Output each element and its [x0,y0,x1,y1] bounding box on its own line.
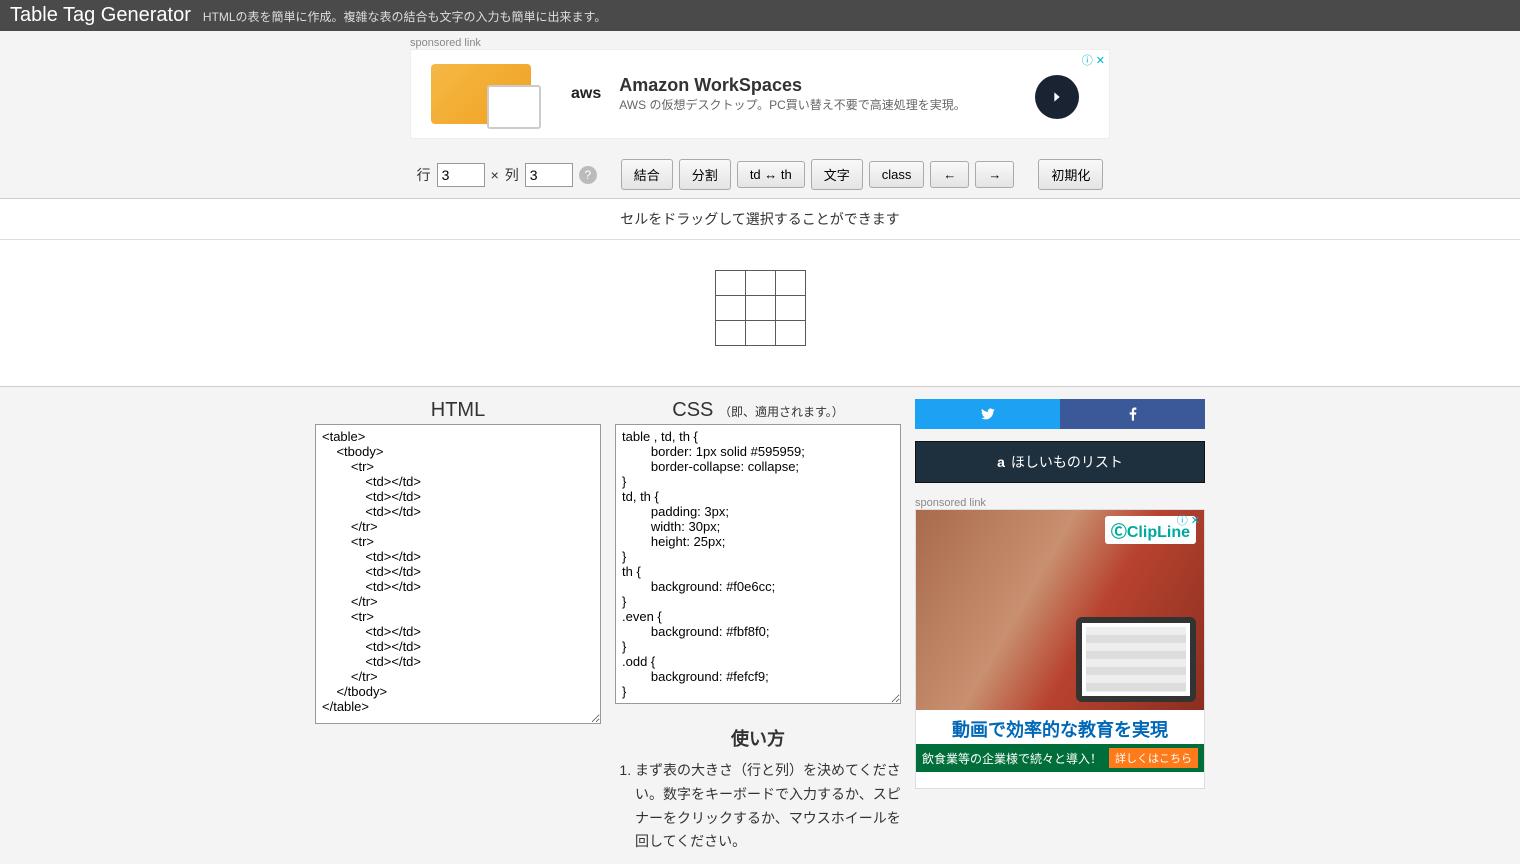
cell[interactable] [745,296,775,321]
sponsored-label-side: sponsored link [915,497,1205,509]
cell[interactable] [715,296,745,321]
ad-brand: aws [571,85,601,103]
page-header: Table Tag Generator HTMLの表を簡単に作成。複雑な表の結合… [0,0,1520,31]
facebook-button[interactable] [1060,399,1205,429]
ad-side-close-icon[interactable]: ⓘ ✕ [1177,512,1200,528]
ad-side-image: ⒸClipLine [916,510,1204,710]
ad-close-icon[interactable]: ⓘ ✕ [1082,52,1105,68]
cell[interactable] [775,296,805,321]
toolbar: 行 × 列 ? 結合 分割 td ↔ th 文字 class ← → 初期化 [0,149,1520,199]
tablet-icon [1076,617,1196,702]
css-output[interactable]: table , td, th { border: 1px solid #5959… [615,424,901,704]
ad-side-cta[interactable]: 詳しくはこちら [1109,748,1198,768]
col-input[interactable] [525,163,573,187]
ad-text: Amazon WorkSpaces AWS の仮想デスクトップ。PC買い替え不要… [619,75,966,113]
sponsored-label-top: sponsored link [410,37,1110,49]
page-subtitle: HTMLの表を簡単に作成。複雑な表の結合も文字の入力も簡単に出来ます。 [203,8,606,25]
amazon-icon: a [997,454,1005,470]
hint-text: セルをドラッグして選択することができます [0,199,1520,240]
css-section-sub: （即、適用されます。） [719,405,844,419]
row-label: 行 [417,165,431,185]
preview-area [0,240,1520,387]
split-button[interactable]: 分割 [679,159,731,190]
cell[interactable] [715,271,745,296]
ad-subtext: AWS の仮想デスクトップ。PC買い替え不要で高速処理を実現。 [619,96,966,113]
twitter-icon [980,406,996,422]
times-label: × [491,167,499,183]
wishlist-button[interactable]: aほしいものリスト [915,441,1205,483]
ad-image-icon [431,64,531,124]
twitter-button[interactable] [915,399,1060,429]
page-title: Table Tag Generator [10,4,191,27]
reset-button[interactable]: 初期化 [1038,159,1103,190]
merge-button[interactable]: 結合 [621,159,673,190]
ad-side-sub: 飲食業等の企業様で続々と導入！ 詳しくはこちら [916,744,1204,772]
html-output[interactable]: <table> <tbody> <tr> <td></td> <td></td>… [315,424,601,724]
ad-banner-top[interactable]: aws Amazon WorkSpaces AWS の仮想デスクトップ。PC買い… [410,49,1110,139]
preview-table[interactable] [715,270,806,346]
cell[interactable] [745,271,775,296]
html-section-title: HTML [315,399,601,422]
usage-title: 使い方 [615,725,901,751]
facebook-icon [1125,406,1141,422]
ad-side-headline: 動画で効率的な教育を実現 [916,710,1204,744]
undo-button[interactable]: ← [930,161,969,188]
cell[interactable] [715,321,745,346]
cell[interactable] [745,321,775,346]
cell[interactable] [775,321,805,346]
class-button[interactable]: class [869,161,925,188]
help-icon[interactable]: ? [579,166,597,184]
ad-arrow-icon[interactable] [1035,75,1079,119]
cell[interactable] [775,271,805,296]
tdth-button[interactable]: td ↔ th [737,161,805,188]
col-label: 列 [505,165,519,185]
css-section-title: CSS （即、適用されます。） [615,399,901,422]
ad-title: Amazon WorkSpaces [619,75,966,96]
ad-banner-side[interactable]: ⓘ ✕ ⒸClipLine 動画で効率的な教育を実現 飲食業等の企業様で続々と導… [915,509,1205,789]
share-buttons [915,399,1205,429]
usage-list: まず表の大きさ（行と列）を決めてください。数字をキーボードで入力するか、スピナー… [615,759,901,854]
usage-item: まず表の大きさ（行と列）を決めてください。数字をキーボードで入力するか、スピナー… [635,759,901,854]
row-input[interactable] [437,163,485,187]
text-button[interactable]: 文字 [811,159,863,190]
redo-button[interactable]: → [975,161,1014,188]
